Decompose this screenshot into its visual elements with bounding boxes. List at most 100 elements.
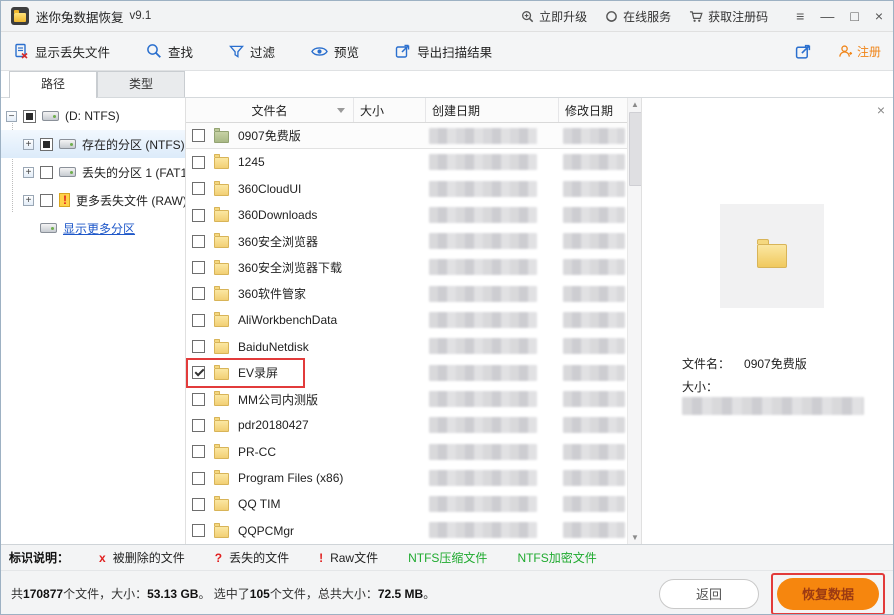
- tree-item[interactable]: + 丢失的分区 1 (FAT12): [1, 158, 185, 186]
- get-register-code-label: 获取注册码: [708, 8, 768, 25]
- row-checkbox[interactable]: [192, 287, 205, 300]
- scroll-up-icon[interactable]: ▲: [628, 98, 642, 111]
- table-row[interactable]: 1245: [186, 149, 627, 175]
- tree-checkbox[interactable]: [40, 166, 53, 179]
- show-more-partitions-link[interactable]: 显示更多分区: [63, 220, 135, 237]
- tree-item-label[interactable]: 丢失的分区 1 (FAT12): [82, 164, 186, 181]
- export-button[interactable]: [795, 43, 812, 60]
- row-checkbox[interactable]: [192, 419, 205, 432]
- table-row[interactable]: pdr20180427: [186, 412, 627, 438]
- maximize-button[interactable]: □: [850, 9, 858, 23]
- folder-icon: [214, 447, 229, 459]
- row-checkbox[interactable]: [192, 156, 205, 169]
- tree-checkbox[interactable]: [23, 110, 36, 123]
- column-header-filename[interactable]: 文件名: [186, 98, 354, 122]
- table-row[interactable]: QQ TIM: [186, 491, 627, 517]
- table-row[interactable]: 0907免费版: [186, 123, 627, 149]
- row-checkbox[interactable]: [192, 314, 205, 327]
- table-row[interactable]: 360CloudUI: [186, 176, 627, 202]
- folder-icon: [214, 263, 229, 275]
- table-row[interactable]: 360安全浏览器: [186, 228, 627, 254]
- table-row[interactable]: 360安全浏览器下载: [186, 254, 627, 280]
- register-button[interactable]: 注册: [838, 43, 881, 60]
- row-checkbox[interactable]: [192, 498, 205, 511]
- online-service-icon: [605, 10, 618, 23]
- table-row[interactable]: QQPCMgr: [186, 517, 627, 543]
- tab-strip: 路径 类型: [1, 71, 893, 98]
- redacted-created-date: [429, 365, 537, 381]
- tree-item[interactable]: 显示更多分区: [1, 214, 185, 242]
- tab-path[interactable]: 路径: [9, 71, 97, 98]
- file-name: QQPCMgr: [238, 524, 294, 538]
- file-name: 360安全浏览器下载: [238, 259, 342, 276]
- table-row[interactable]: 360软件管家: [186, 281, 627, 307]
- row-checkbox[interactable]: [192, 445, 205, 458]
- collapse-icon[interactable]: −: [6, 111, 17, 122]
- online-service-button[interactable]: 在线服务: [605, 8, 671, 25]
- tree-item[interactable]: + 更多丢失文件 (RAW): [1, 186, 185, 214]
- cart-icon: [689, 10, 703, 23]
- upgrade-button[interactable]: 立即升级: [521, 8, 587, 25]
- table-row[interactable]: MM公司内测版: [186, 386, 627, 412]
- redacted-created-date: [429, 233, 537, 249]
- minimize-button[interactable]: —: [820, 9, 834, 23]
- search-icon: [146, 43, 162, 59]
- drive-icon: [42, 111, 59, 121]
- scroll-down-icon[interactable]: ▼: [628, 531, 642, 544]
- row-checkbox[interactable]: [192, 261, 205, 274]
- column-header-created-date[interactable]: 创建日期: [426, 98, 559, 122]
- preview-button[interactable]: 预览: [311, 42, 359, 61]
- tab-type[interactable]: 类型: [97, 71, 185, 97]
- table-row[interactable]: BaiduNetdisk: [186, 333, 627, 359]
- upgrade-label: 立即升级: [539, 8, 587, 25]
- row-checkbox[interactable]: [192, 209, 205, 222]
- folder-icon: [214, 420, 229, 432]
- expand-icon[interactable]: +: [23, 139, 34, 150]
- row-checkbox[interactable]: [192, 366, 205, 379]
- find-button[interactable]: 查找: [146, 42, 193, 61]
- toolbar: 显示丢失文件 查找 过滤 预览 导出扫描结果 注册: [1, 32, 893, 71]
- get-register-code-button[interactable]: 获取注册码: [689, 8, 768, 25]
- back-button[interactable]: 返回: [659, 579, 759, 609]
- row-checkbox[interactable]: [192, 524, 205, 537]
- tree-checkbox[interactable]: [40, 194, 53, 207]
- main-menu-button[interactable]: ≡: [796, 9, 804, 23]
- drive-icon: [59, 167, 76, 177]
- filter-button[interactable]: 过滤: [229, 42, 275, 61]
- vertical-scrollbar[interactable]: ▲ ▼: [627, 98, 641, 544]
- show-lost-files-button[interactable]: 显示丢失文件: [13, 42, 110, 61]
- tree-item[interactable]: + 存在的分区 (NTFS): [1, 130, 185, 158]
- row-checkbox[interactable]: [192, 235, 205, 248]
- expand-icon[interactable]: +: [23, 195, 34, 206]
- redacted-modified-date: [563, 259, 625, 275]
- table-row[interactable]: EV录屏: [186, 360, 627, 386]
- tree-item-label[interactable]: 存在的分区 (NTFS): [82, 136, 185, 153]
- preview-close-icon[interactable]: ×: [877, 102, 885, 118]
- recover-data-button[interactable]: 恢复数据: [777, 578, 879, 610]
- tree-item-label[interactable]: 更多丢失文件 (RAW): [76, 192, 186, 209]
- column-header-modified-date[interactable]: 修改日期: [559, 98, 627, 122]
- row-checkbox[interactable]: [192, 393, 205, 406]
- app-window: 迷你兔数据恢复 v9.1 立即升级 在线服务 获取注册码 ≡ — □ ×: [0, 0, 894, 615]
- folder-icon: [214, 368, 229, 380]
- export-scan-results-button[interactable]: 导出扫描结果: [395, 42, 492, 61]
- close-button[interactable]: ×: [875, 9, 883, 23]
- expand-icon[interactable]: +: [23, 167, 34, 178]
- redacted-modified-date: [563, 522, 625, 538]
- row-checkbox[interactable]: [192, 340, 205, 353]
- row-checkbox[interactable]: [192, 472, 205, 485]
- table-row[interactable]: AliWorkbenchData: [186, 307, 627, 333]
- column-filename-label: 文件名: [251, 102, 287, 119]
- table-row[interactable]: PR-CC: [186, 439, 627, 465]
- row-checkbox[interactable]: [192, 182, 205, 195]
- legend-label: NTFS压缩文件: [408, 549, 487, 566]
- table-row[interactable]: Program Files (x86): [186, 465, 627, 491]
- tree-item[interactable]: − (D: NTFS): [1, 102, 185, 130]
- tree-checkbox[interactable]: [40, 138, 53, 151]
- tree-item-label[interactable]: (D: NTFS): [65, 109, 120, 123]
- column-header-size[interactable]: 大小: [354, 98, 426, 122]
- file-name: 360软件管家: [238, 285, 306, 302]
- row-checkbox[interactable]: [192, 129, 205, 142]
- redacted-created-date: [429, 207, 537, 223]
- table-row[interactable]: 360Downloads: [186, 202, 627, 228]
